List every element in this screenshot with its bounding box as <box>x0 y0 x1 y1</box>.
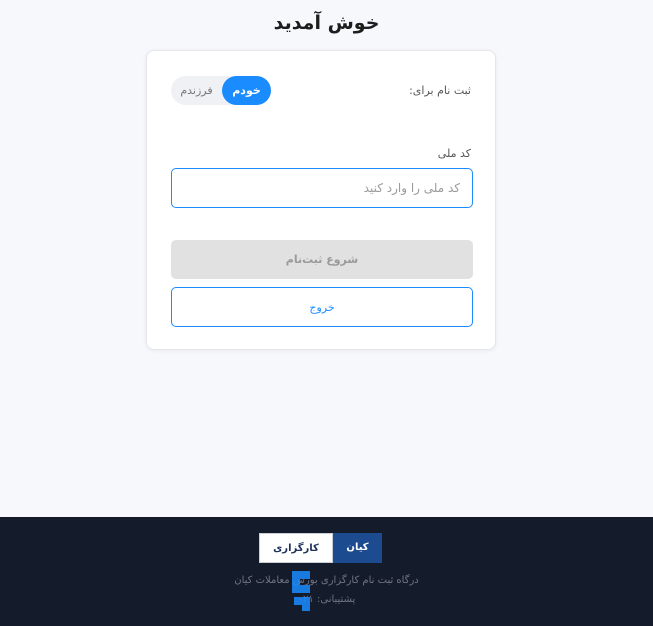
registration-card: ثبت نام برای: خودم فرزندم کد ملی شروع ثب… <box>146 50 496 350</box>
watermark-icon <box>292 571 310 611</box>
page-title: خوش آمدید <box>273 12 380 34</box>
register-for-label: ثبت نام برای: <box>409 84 471 97</box>
exit-button[interactable]: خروج <box>171 287 473 327</box>
footer-support: پشتیبانی: ۰۲۱ <box>298 594 356 605</box>
start-registration-button[interactable]: شروع ثبت‌نام <box>171 240 473 279</box>
national-id-label: کد ملی <box>437 147 471 160</box>
brand-logo: کارگزاری کیان <box>259 533 382 563</box>
logo-brand: کیان <box>333 533 382 563</box>
register-for-toggle: خودم فرزندم <box>171 76 271 105</box>
toggle-option-self[interactable]: خودم <box>222 76 271 105</box>
logo-text: کارگزاری <box>259 533 333 563</box>
footer-description: درگاه ثبت نام کارگزاری بورس معاملات کیان <box>234 575 419 586</box>
toggle-option-child[interactable]: فرزندم <box>171 76 222 105</box>
footer: کارگزاری کیان درگاه ثبت نام کارگزاری بور… <box>0 517 653 626</box>
national-id-input[interactable] <box>171 168 473 208</box>
